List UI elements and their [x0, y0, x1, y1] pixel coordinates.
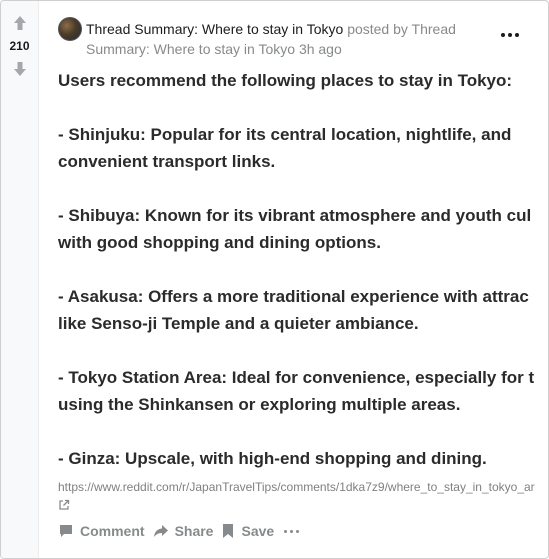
- body-line: - Tokyo Station Area: Ideal for convenie…: [58, 368, 535, 387]
- external-link-icon: [59, 499, 70, 510]
- comment-label: Comment: [80, 523, 145, 539]
- post-header: Thread Summary: Where to stay in Tokyo p…: [58, 1, 548, 59]
- save-button[interactable]: Save: [221, 523, 274, 539]
- arrow-up-icon: [13, 16, 26, 30]
- post-title[interactable]: Thread Summary: Where to stay in Tokyo: [86, 21, 343, 37]
- post-actions: Comment Share Save: [58, 523, 308, 539]
- post-time: 3h ago: [298, 41, 342, 57]
- body-line: convenient transport links.: [58, 152, 276, 171]
- body-line: - Ginza: Upscale, with high-end shopping…: [58, 449, 487, 468]
- post-body: Users recommend the following places to …: [58, 67, 548, 472]
- share-label: Share: [174, 523, 214, 539]
- post-meta: Thread Summary: Where to stay in Tokyo p…: [86, 19, 466, 59]
- body-line: - Shibuya: Known for its vibrant atmosph…: [58, 206, 532, 225]
- post-card: 210 Thread Summary: Where to stay in Tok…: [0, 0, 549, 559]
- body-line: - Shinjuku: Popular for its central loca…: [58, 125, 512, 144]
- body-line: with good shopping and dining options.: [58, 233, 381, 252]
- bookmark-icon: [223, 524, 234, 538]
- comment-icon: [60, 525, 72, 537]
- avatar[interactable]: [58, 17, 82, 41]
- more-horizontal-icon: [501, 33, 505, 37]
- arrow-down-icon: [13, 62, 26, 76]
- body-line: like Senso-ji Temple and a quieter ambia…: [58, 314, 419, 333]
- more-options-button[interactable]: [498, 27, 522, 43]
- upvote-button[interactable]: [10, 13, 30, 33]
- source-link[interactable]: https://www.reddit.com/r/JapanTravelTips…: [58, 480, 548, 494]
- vote-column: 210: [1, 1, 39, 558]
- vote-count: 210: [9, 39, 30, 53]
- share-button[interactable]: Share: [153, 523, 214, 539]
- comment-button[interactable]: Comment: [58, 523, 145, 539]
- more-actions-button[interactable]: [282, 529, 300, 533]
- share-icon: [153, 525, 168, 537]
- save-label: Save: [241, 523, 275, 539]
- body-line: - Asakusa: Offers a more traditional exp…: [58, 287, 529, 306]
- external-link-button[interactable]: [58, 498, 70, 516]
- posted-by-label: posted by: [347, 21, 408, 37]
- body-line: using the Shinkansen or exploring multip…: [58, 395, 461, 414]
- body-intro: Users recommend the following places to …: [58, 71, 513, 90]
- downvote-button[interactable]: [10, 59, 30, 79]
- more-horizontal-icon: [283, 529, 287, 533]
